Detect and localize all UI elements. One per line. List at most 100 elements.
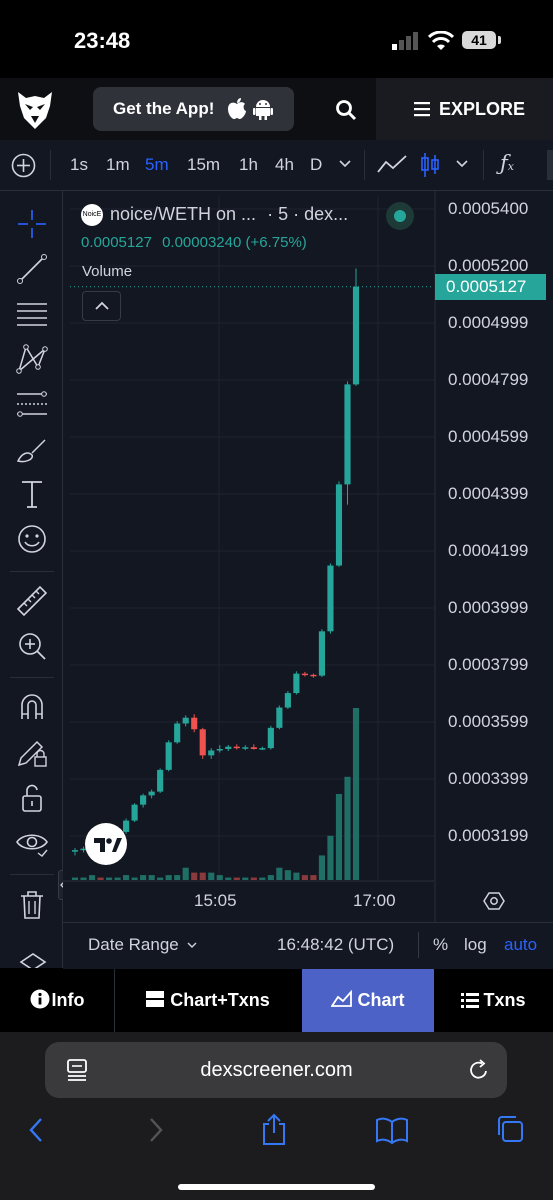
- tab-txns[interactable]: Txns: [434, 969, 553, 1032]
- bottom-divider: [418, 932, 419, 958]
- tab-txns-label: Txns: [483, 990, 526, 1010]
- info-icon: [30, 989, 49, 1009]
- back-icon[interactable]: [26, 1116, 46, 1144]
- tab-info-label: Info: [51, 990, 85, 1010]
- volume-bar: [140, 875, 147, 880]
- tradingview-logo-icon[interactable]: [85, 823, 127, 865]
- volume-bar: [225, 877, 232, 880]
- collapse-legend-button[interactable]: [82, 291, 121, 321]
- volume-bar: [335, 794, 343, 880]
- volume-bar: [182, 867, 189, 880]
- price-axis-label: 0.0003399: [448, 769, 529, 788]
- volume-bar: [327, 835, 334, 880]
- date-range-label: Date Range: [88, 935, 179, 954]
- candle-body: [157, 769, 164, 792]
- candle-body: [250, 747, 257, 749]
- log-scale-toggle[interactable]: log: [464, 935, 487, 955]
- volume-bar: [267, 875, 274, 880]
- candle-body: [259, 748, 266, 750]
- candle-body: [182, 717, 189, 724]
- volume-bar: [199, 872, 206, 880]
- forward-icon: [150, 1118, 163, 1142]
- chevron-down-icon: [187, 942, 197, 949]
- candle-body: [327, 565, 334, 632]
- candle-body: [225, 746, 232, 749]
- volume-bar: [191, 872, 198, 880]
- volume-bar: [123, 875, 130, 880]
- volume-bar: [352, 708, 360, 880]
- price-axis-label: 0.0005200: [448, 256, 529, 275]
- volume-bar: [157, 877, 164, 880]
- candle-body: [242, 747, 249, 749]
- share-icon[interactable]: [260, 1112, 288, 1146]
- volume-label: Volume: [82, 263, 133, 280]
- volume-bar: [80, 877, 87, 880]
- candle-body: [293, 673, 300, 694]
- token-logo-text: NoicE: [82, 211, 102, 218]
- volume-bar: [344, 776, 351, 880]
- candle-body: [344, 384, 351, 485]
- candle-body: [335, 484, 343, 566]
- volume-bar: [148, 875, 155, 880]
- pair-title[interactable]: noice/WETH on ... · 5 · dex...: [110, 204, 348, 225]
- utc-clock[interactable]: 16:48:42 (UTC): [277, 935, 394, 955]
- candle-body: [318, 631, 326, 676]
- price-axis-label: 0.0004999: [448, 313, 529, 332]
- candle-body: [71, 850, 79, 852]
- current-price-label: 0.0005127: [435, 274, 546, 300]
- volume-bar: [250, 877, 257, 880]
- candle-body: [301, 673, 308, 676]
- volume-bar: [97, 877, 104, 880]
- price-axis-label: 0.0005400: [448, 199, 529, 218]
- candle-body: [233, 746, 240, 749]
- candle-body: [199, 729, 206, 756]
- area-chart-icon: [330, 989, 353, 1007]
- date-range-dropdown[interactable]: Date Range: [88, 935, 197, 955]
- time-axis-label: 17:00: [353, 891, 396, 910]
- candle-body: [284, 693, 291, 708]
- candle-body: [174, 723, 181, 743]
- volume-bar: [114, 877, 121, 880]
- tab-chart-txns-label: Chart+Txns: [170, 990, 270, 1010]
- tab-info[interactable]: Info: [0, 969, 114, 1032]
- volume-bar: [216, 875, 223, 880]
- candle-body: [131, 804, 138, 821]
- chevron-up-icon: [95, 301, 109, 310]
- tabs-icon[interactable]: [495, 1114, 525, 1144]
- list-icon: [461, 993, 480, 1008]
- percent-scale-toggle[interactable]: %: [433, 935, 448, 955]
- pair-interval: · 5 · dex...: [267, 204, 349, 224]
- tab-chart-txns[interactable]: Chart+Txns: [115, 969, 301, 1032]
- tab-chart-label: Chart: [357, 990, 405, 1010]
- volume-bar: [105, 877, 113, 880]
- reload-icon[interactable]: [468, 1058, 490, 1082]
- volume-bar: [310, 875, 317, 880]
- candle-body: [310, 674, 317, 677]
- market-open-dot: [394, 210, 406, 222]
- split-view-icon: [146, 991, 165, 1007]
- volume-bar: [259, 877, 266, 880]
- tab-chart[interactable]: Chart: [302, 969, 434, 1032]
- volume-bar: [284, 870, 291, 880]
- candle-body: [208, 750, 215, 756]
- market-status-badge: [386, 202, 414, 230]
- candle-body: [216, 748, 223, 751]
- candle-body: [191, 717, 198, 730]
- candle-body: [165, 742, 172, 770]
- volume-bar: [165, 875, 172, 880]
- volume-bar: [318, 855, 326, 880]
- volume-bar: [301, 875, 308, 880]
- candle-body: [267, 727, 274, 749]
- bookmarks-icon[interactable]: [375, 1116, 409, 1144]
- ohlc-values: 0.0005127 0.00003240 (+6.75%): [81, 234, 307, 251]
- legend-change: 0.00003240 (+6.75%): [162, 234, 307, 251]
- candle-body: [352, 286, 360, 385]
- token-logo: NoicE: [81, 204, 103, 226]
- candle-body: [276, 707, 283, 728]
- chart-settings-gear-icon[interactable]: [483, 890, 505, 912]
- volume-bar: [208, 872, 215, 880]
- volume-bar: [242, 877, 249, 880]
- auto-scale-toggle[interactable]: auto: [504, 935, 537, 955]
- volume-bar: [293, 872, 300, 880]
- price-axis-label: 0.0004399: [448, 484, 529, 503]
